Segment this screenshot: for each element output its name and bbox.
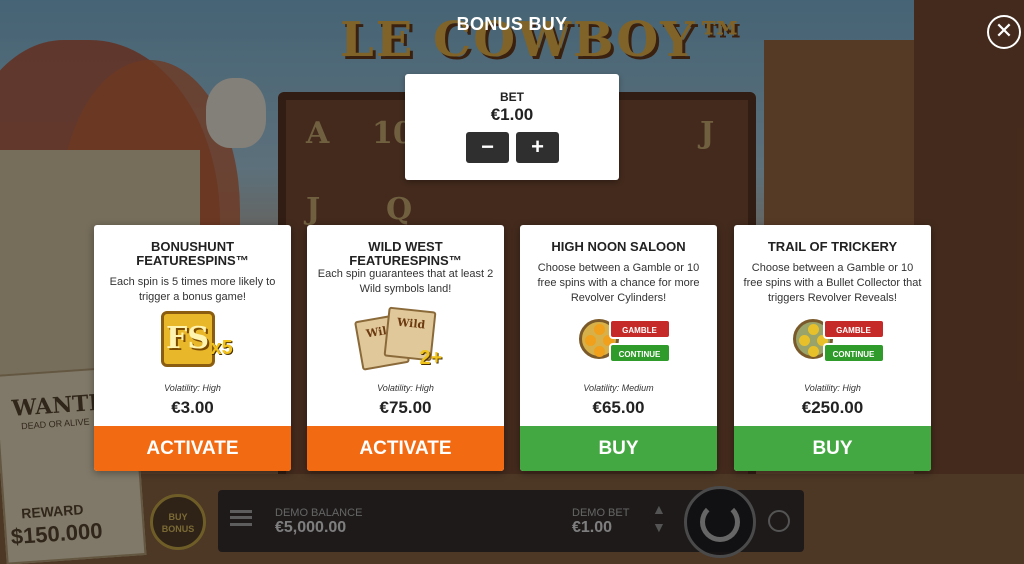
card-description: Choose between a Gamble or 10 free spins… <box>743 262 922 304</box>
buy-button[interactable]: BUY <box>520 426 717 471</box>
card-title: BONUSHUNT FEATURESPINS™ <box>136 239 249 268</box>
card-price: €75.00 <box>379 398 432 417</box>
card-description: Each spin is 5 times more likely to trig… <box>109 276 276 303</box>
card-price: €3.00 <box>171 398 214 417</box>
bonus-card-high-noon: HIGH NOON SALOON Choose between a Gamble… <box>520 225 717 471</box>
close-icon[interactable]: ✕ <box>987 15 1021 49</box>
card-description: Each spin guarantees that at least 2 Wil… <box>317 268 494 295</box>
gamble-option: GAMBLE <box>822 319 885 339</box>
card-title: TRAIL OF TRICKERY <box>767 239 898 254</box>
card-price: €65.00 <box>592 398 645 417</box>
card-volatility: Volatility: High <box>164 383 221 393</box>
card-description: Choose between a Gamble or 10 free spins… <box>537 262 700 304</box>
card-title: WILD WEST FEATURESPINS™ <box>349 239 462 268</box>
card-volatility: Volatility: High <box>377 383 434 393</box>
bet-value: €1.00 <box>490 105 534 124</box>
gamble-option: GAMBLE <box>608 319 671 339</box>
multiplier-badge: x5 <box>210 337 233 359</box>
bonus-card-trail-of-trickery: TRAIL OF TRICKERY Choose between a Gambl… <box>734 225 931 471</box>
dialog-title: BONUS BUY <box>456 14 568 34</box>
gamble-continue-image: GAMBLE CONTINUE <box>571 309 671 371</box>
bonus-card-wild-west: WILD WEST FEATURESPINS™ Each spin guaran… <box>307 225 504 471</box>
continue-option: CONTINUE <box>822 343 885 363</box>
buy-button[interactable]: BUY <box>734 426 931 471</box>
card-title: HIGH NOON SALOON <box>551 239 686 254</box>
feature-spins-image: FS x5 <box>145 309 241 371</box>
bet-stepper: − + <box>466 132 559 163</box>
bet-label: BET <box>500 90 524 104</box>
bet-panel: BET €1.00 − + <box>405 74 619 180</box>
activate-button[interactable]: ACTIVATE <box>94 426 291 471</box>
card-price: €250.00 <box>801 398 864 417</box>
bonus-card-bonushunt: BONUSHUNT FEATURESPINS™ Each spin is 5 t… <box>94 225 291 471</box>
gamble-continue-image: GAMBLE CONTINUE <box>785 309 885 371</box>
activate-button[interactable]: ACTIVATE <box>307 426 504 471</box>
bet-increase-button[interactable]: + <box>516 132 559 163</box>
fs-symbol-icon: FS <box>160 311 215 367</box>
wild-count-badge: 2+ <box>419 347 443 369</box>
continue-option: CONTINUE <box>608 343 671 363</box>
card-volatility: Volatility: Medium <box>583 383 654 393</box>
wild-cards-image: Wild Wild 2+ <box>353 306 454 371</box>
card-volatility: Volatility: High <box>804 383 861 393</box>
bet-decrease-button[interactable]: − <box>466 132 509 163</box>
